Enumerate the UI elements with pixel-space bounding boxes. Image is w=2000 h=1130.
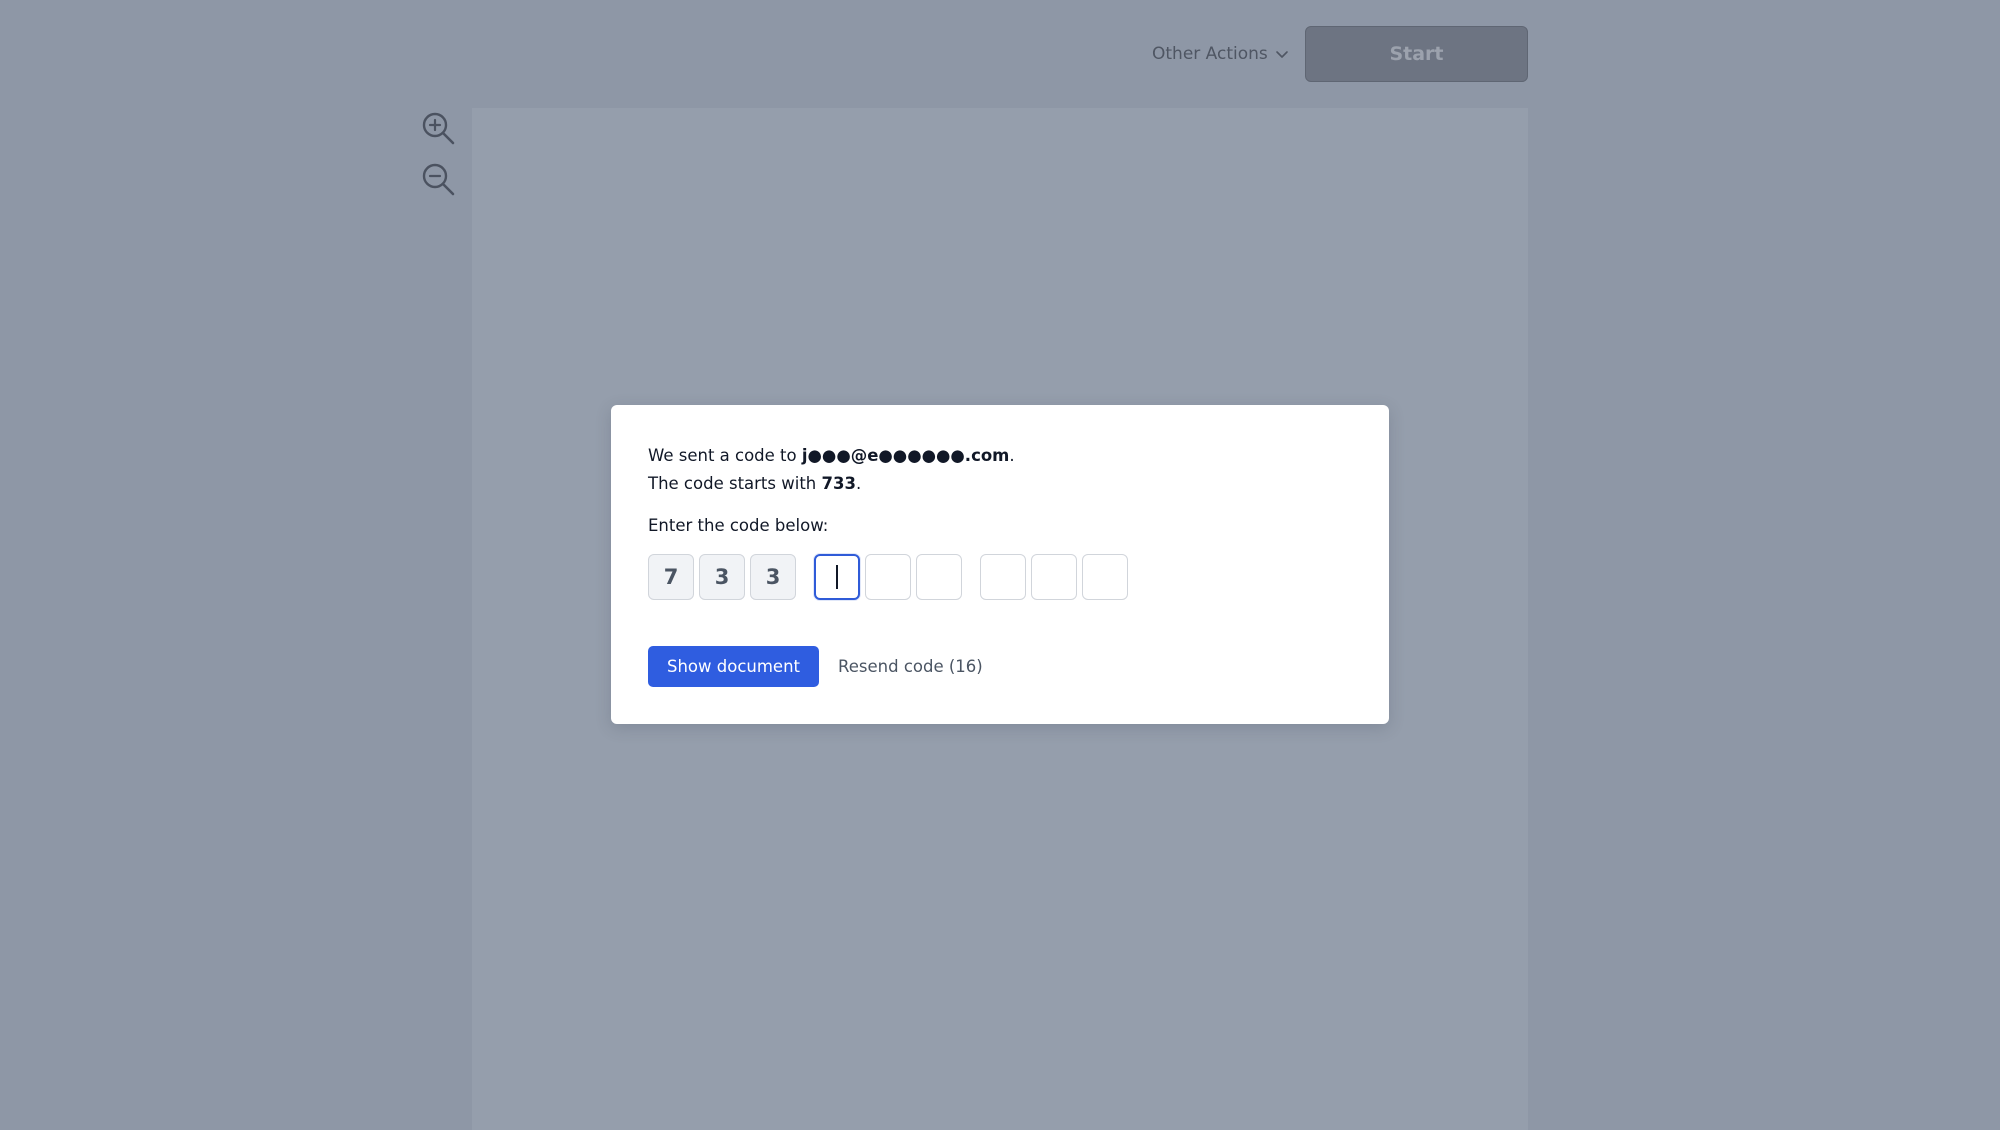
zoom-out-button[interactable] [420, 161, 456, 197]
code-prefix: 733 [821, 474, 856, 493]
resend-code-link[interactable]: Resend code (16) [838, 657, 983, 676]
sent-message: We sent a code to j●●●@e●●●●●●.com. [648, 442, 1352, 470]
other-actions-menu[interactable]: Other Actions [1152, 42, 1290, 66]
starts-suffix: . [855, 474, 862, 493]
code-digit-8[interactable] [1031, 554, 1077, 600]
masked-email: j●●●@e●●●●●●.com [801, 446, 1010, 465]
chevron-down-icon [1275, 51, 1288, 58]
text-caret [836, 565, 838, 589]
zoom-out-icon [422, 163, 455, 196]
zoom-in-button[interactable] [420, 110, 456, 146]
code-input-row: 7 3 3 [648, 554, 1352, 600]
top-bar: Other Actions Start [0, 0, 2000, 100]
code-digit-6[interactable] [916, 554, 962, 600]
start-button[interactable]: Start [1305, 26, 1528, 82]
code-hint: The code starts with 733. [648, 470, 1352, 498]
verification-dialog: We sent a code to j●●●@e●●●●●●.com. The … [611, 405, 1389, 724]
code-digit-5[interactable] [865, 554, 911, 600]
sent-prefix: We sent a code to [648, 446, 802, 465]
code-digit-9[interactable] [1082, 554, 1128, 600]
show-document-button[interactable]: Show document [648, 646, 820, 687]
other-actions-label: Other Actions [1152, 44, 1268, 64]
starts-prefix: The code starts with [648, 474, 822, 493]
code-digit-7[interactable] [980, 554, 1026, 600]
dialog-actions: Show document Resend code (16) [648, 646, 1352, 687]
code-digit-2: 3 [699, 554, 745, 600]
code-digit-1: 7 [648, 554, 694, 600]
enter-code-label: Enter the code below: [648, 516, 829, 535]
start-button-label: Start [1389, 43, 1444, 65]
code-digit-4[interactable] [814, 554, 860, 600]
zoom-in-icon [422, 112, 455, 145]
code-digit-3: 3 [750, 554, 796, 600]
sent-suffix: . [1009, 446, 1015, 465]
